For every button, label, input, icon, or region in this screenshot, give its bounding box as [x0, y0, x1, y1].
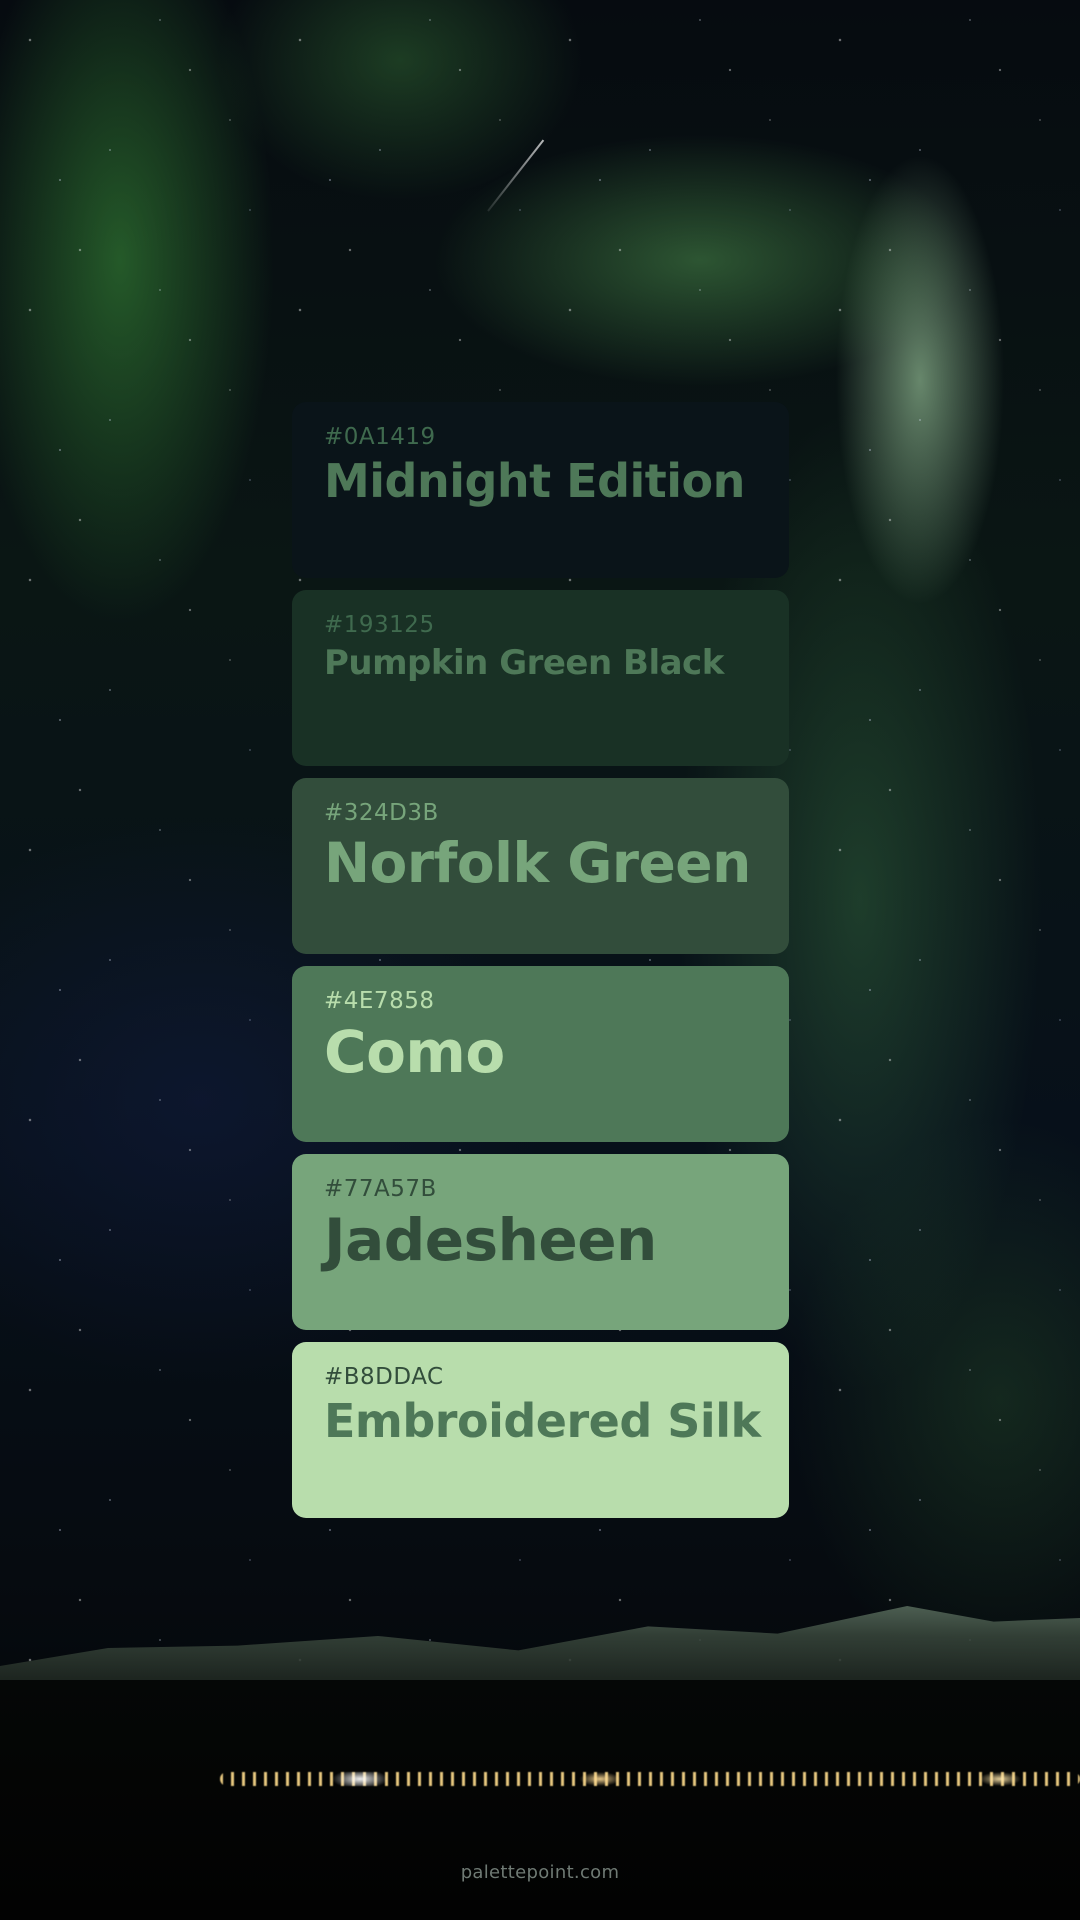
- swatch-hex: #4E7858: [324, 988, 435, 1014]
- town-lights: [220, 1772, 1080, 1786]
- aurora-background: #0A1419 Midnight Edition #193125 Pumpkin…: [0, 0, 1080, 1920]
- swatch-hex: #77A57B: [324, 1176, 437, 1202]
- swatch-card[interactable]: #4E7858 Como: [292, 966, 789, 1142]
- swatch-hex: #193125: [324, 612, 435, 638]
- swatch-hex: #B8DDAC: [324, 1364, 444, 1390]
- swatch-hex: #324D3B: [324, 800, 439, 826]
- palette-swatch-list: #0A1419 Midnight Edition #193125 Pumpkin…: [292, 402, 789, 1530]
- swatch-card[interactable]: #0A1419 Midnight Edition: [292, 402, 789, 578]
- swatch-name: Midnight Edition: [324, 454, 745, 508]
- footer-site-link[interactable]: palettepoint.com: [0, 1862, 1080, 1883]
- swatch-card[interactable]: #77A57B Jadesheen: [292, 1154, 789, 1330]
- ground: [0, 1680, 1080, 1920]
- swatch-card[interactable]: #193125 Pumpkin Green Black: [292, 590, 789, 766]
- swatch-name: Pumpkin Green Black: [324, 643, 724, 683]
- swatch-name: Embroidered Silk: [324, 1394, 761, 1448]
- swatch-name: Jadesheen: [324, 1206, 657, 1274]
- swatch-name: Norfolk Green: [324, 831, 751, 895]
- swatch-card[interactable]: #B8DDAC Embroidered Silk: [292, 1342, 789, 1518]
- swatch-name: Como: [324, 1018, 505, 1086]
- swatch-card[interactable]: #324D3B Norfolk Green: [292, 778, 789, 954]
- swatch-hex: #0A1419: [324, 424, 436, 450]
